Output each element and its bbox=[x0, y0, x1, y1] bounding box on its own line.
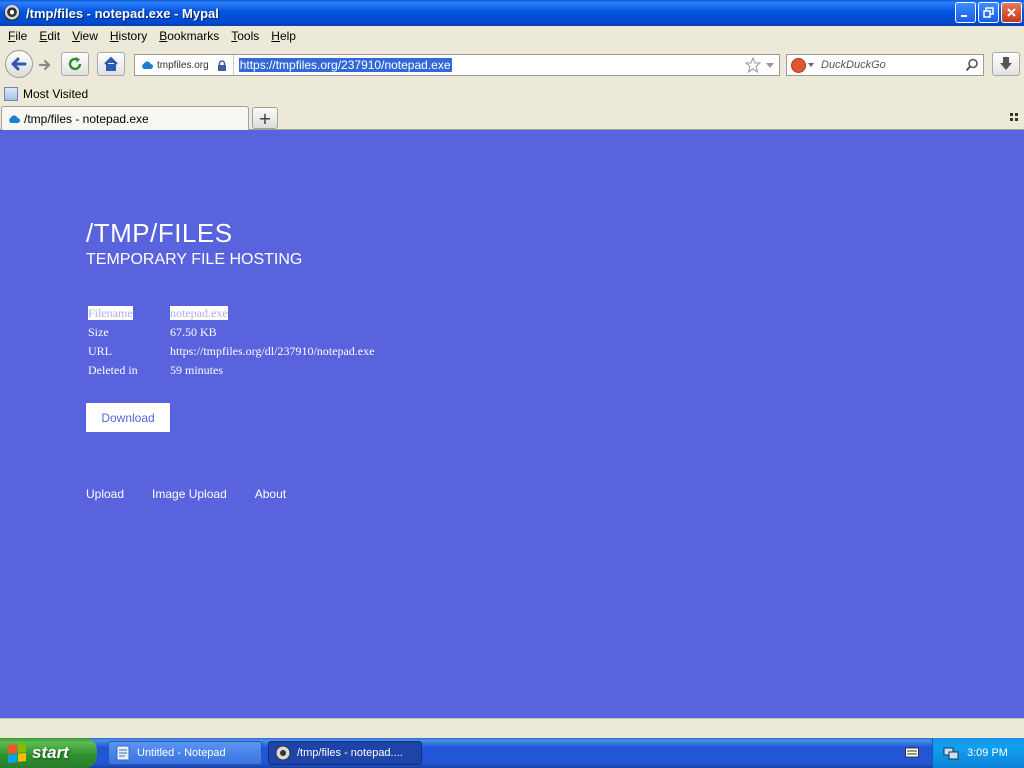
close-button[interactable] bbox=[1001, 2, 1022, 23]
search-engine-selector[interactable] bbox=[787, 55, 817, 75]
url-label: URL bbox=[88, 344, 112, 358]
menu-help[interactable]: Help bbox=[265, 29, 302, 43]
taskbar-item-label: /tmp/files - notepad.... bbox=[297, 747, 403, 759]
url-input[interactable]: https://tmpfiles.org/237910/notepad.exe bbox=[238, 58, 452, 72]
forward-button[interactable] bbox=[34, 55, 56, 75]
restore-button[interactable] bbox=[978, 2, 999, 23]
tab-active[interactable]: /tmp/files - notepad.exe bbox=[1, 106, 249, 131]
start-button[interactable]: start bbox=[0, 738, 97, 768]
mypal-app-icon bbox=[275, 745, 291, 761]
minimize-button[interactable] bbox=[955, 2, 976, 23]
most-visited-icon bbox=[4, 87, 18, 101]
table-row: Size 67.50 KB bbox=[86, 323, 376, 342]
page-content: /TMP/FILES TEMPORARY FILE HOSTING Filena… bbox=[0, 130, 1024, 718]
network-icon[interactable] bbox=[943, 745, 959, 761]
back-arrow-icon bbox=[11, 57, 27, 71]
keyboard-icon[interactable] bbox=[905, 746, 919, 758]
download-arrow-icon bbox=[1000, 57, 1012, 70]
home-icon bbox=[104, 56, 118, 71]
footer-link-upload[interactable]: Upload bbox=[86, 487, 124, 501]
lock-icon bbox=[217, 59, 226, 71]
navigation-toolbar: tmpfiles.org https://tmpfiles.org/237910… bbox=[0, 46, 1024, 84]
menu-tools[interactable]: Tools bbox=[225, 29, 265, 43]
menu-bookmarks[interactable]: Bookmarks bbox=[153, 29, 225, 43]
window-title-bar[interactable]: /tmp/files - notepad.exe - Mypal bbox=[0, 0, 1024, 26]
download-button[interactable]: Download bbox=[86, 403, 170, 432]
footer-link-image-upload[interactable]: Image Upload bbox=[152, 487, 227, 501]
site-identity[interactable]: tmpfiles.org bbox=[135, 55, 234, 75]
notepad-icon bbox=[116, 745, 130, 761]
menu-bar: File Edit View History Bookmarks Tools H… bbox=[0, 26, 1024, 46]
restore-icon bbox=[983, 7, 994, 18]
cloud-icon bbox=[142, 61, 153, 69]
taskbar-item-mypal[interactable]: /tmp/files - notepad.... bbox=[268, 741, 422, 765]
new-tab-button[interactable]: + bbox=[252, 107, 278, 129]
taskbar-item-notepad[interactable]: Untitled - Notepad bbox=[108, 741, 262, 765]
chevron-down-icon bbox=[807, 63, 814, 67]
windows-logo-icon bbox=[8, 743, 26, 763]
deleted-in-label: Deleted in bbox=[88, 363, 138, 377]
footer-nav: Upload Image Upload About bbox=[86, 487, 286, 501]
search-input[interactable]: DuckDuckGo bbox=[821, 59, 886, 71]
search-icon[interactable] bbox=[965, 58, 979, 72]
table-row: Filename notepad.exe bbox=[86, 304, 376, 323]
size-label: Size bbox=[88, 325, 109, 339]
cloud-icon bbox=[9, 115, 20, 123]
menu-file[interactable]: File bbox=[2, 29, 33, 43]
forward-arrow-icon bbox=[38, 59, 51, 71]
file-info-table: Filename notepad.exe Size 67.50 KB URL h… bbox=[86, 304, 376, 380]
dropdown-arrow-icon[interactable] bbox=[765, 57, 775, 73]
url-bar[interactable]: tmpfiles.org https://tmpfiles.org/237910… bbox=[134, 54, 780, 76]
start-label: start bbox=[32, 743, 69, 762]
page-title: /TMP/FILES bbox=[86, 218, 233, 248]
filename-label: Filename bbox=[88, 306, 133, 320]
bookmarks-toolbar: Most Visited bbox=[0, 84, 1024, 104]
menu-edit[interactable]: Edit bbox=[33, 29, 66, 43]
system-tray: 3:09 PM bbox=[932, 738, 1024, 768]
tab-label: /tmp/files - notepad.exe bbox=[24, 112, 149, 126]
identity-host: tmpfiles.org bbox=[157, 59, 209, 71]
window-controls bbox=[955, 2, 1022, 23]
taskbar-item-label: Untitled - Notepad bbox=[137, 747, 226, 759]
search-bar[interactable]: DuckDuckGo bbox=[786, 54, 984, 76]
bookmark-star-icon[interactable] bbox=[745, 57, 761, 73]
downloads-button[interactable] bbox=[992, 52, 1020, 76]
deleted-in-value: 59 minutes bbox=[170, 363, 223, 377]
table-row: Deleted in 59 minutes bbox=[86, 361, 376, 380]
size-value: 67.50 KB bbox=[170, 325, 217, 339]
page-subtitle: TEMPORARY FILE HOSTING bbox=[86, 251, 303, 268]
back-button[interactable] bbox=[5, 50, 33, 78]
taskbar: start Untitled - Notepad /tmp/files - no… bbox=[0, 738, 1024, 768]
menu-history[interactable]: History bbox=[104, 29, 153, 43]
bookmark-most-visited[interactable]: Most Visited bbox=[23, 87, 88, 101]
filename-value: notepad.exe bbox=[170, 306, 228, 320]
reload-button[interactable] bbox=[61, 52, 89, 76]
home-button[interactable] bbox=[97, 52, 125, 76]
url-value: https://tmpfiles.org/dl/237910/notepad.e… bbox=[170, 344, 375, 358]
close-icon bbox=[1007, 8, 1016, 17]
duckduckgo-icon bbox=[790, 57, 806, 73]
window-title: /tmp/files - notepad.exe - Mypal bbox=[26, 5, 219, 21]
reload-icon bbox=[68, 57, 82, 71]
menu-view[interactable]: View bbox=[66, 29, 104, 43]
url-bar-actions bbox=[745, 57, 775, 73]
tab-list-icon[interactable] bbox=[1010, 113, 1018, 121]
status-bar bbox=[0, 718, 1024, 738]
footer-link-about[interactable]: About bbox=[255, 487, 286, 501]
clock[interactable]: 3:09 PM bbox=[967, 747, 1008, 759]
table-row: URL https://tmpfiles.org/dl/237910/notep… bbox=[86, 342, 376, 361]
mypal-app-icon[interactable] bbox=[4, 5, 20, 21]
minimize-icon bbox=[961, 15, 967, 17]
tab-strip: /tmp/files - notepad.exe + bbox=[0, 104, 1024, 131]
